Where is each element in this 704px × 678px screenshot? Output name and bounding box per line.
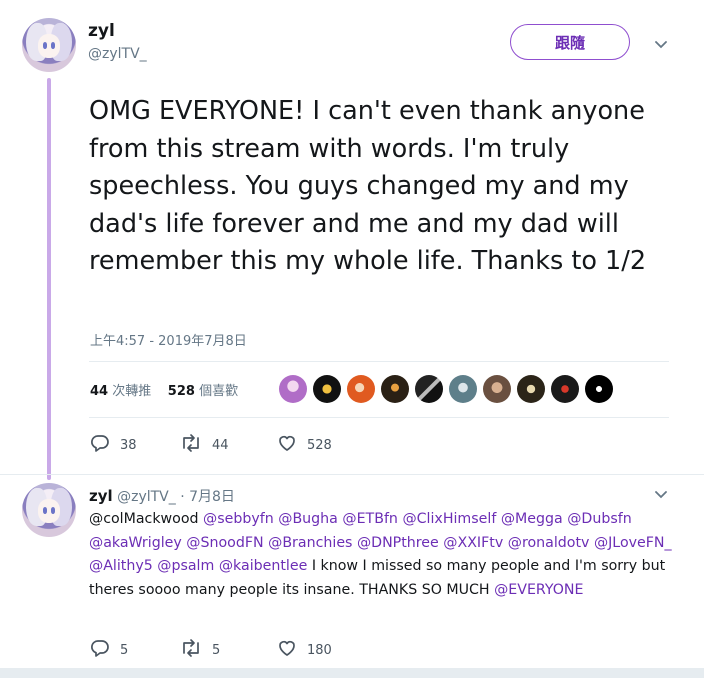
reply-mention[interactable]: @Megga [501, 511, 563, 527]
reply-author-handle[interactable]: @zylTV_ [117, 489, 176, 505]
reply-date[interactable]: · 7月8日 [180, 489, 235, 505]
tweet-timestamp[interactable]: 上午4:57 - 2019年7月8日 [90, 330, 247, 349]
reply-mention[interactable]: @SnoodFN [186, 535, 263, 551]
reply-action[interactable]: 5 [90, 638, 128, 662]
liker-avatar[interactable] [347, 375, 375, 403]
engagement-stats: 44 次轉推 528 個喜歡 [90, 380, 238, 399]
reply-mention-last[interactable]: @EVERYONE [494, 582, 583, 598]
reply-mention[interactable]: @DNPthree [357, 535, 439, 551]
reply-author-avatar[interactable] [22, 483, 76, 537]
reply-mention[interactable]: @ronaldotv [508, 535, 590, 551]
chevron-down-icon[interactable] [655, 491, 667, 503]
retweet-label[interactable]: 次轉推 [112, 384, 151, 399]
retweet-action[interactable]: 5 [180, 638, 220, 662]
like-action[interactable]: 528 [277, 433, 332, 457]
like-action-count: 180 [307, 642, 332, 658]
liker-avatar[interactable] [517, 375, 545, 403]
follow-button[interactable]: 跟隨 [510, 24, 630, 60]
reply-count: 5 [120, 642, 129, 658]
retweet-action-count: 44 [212, 437, 229, 453]
reply-mention-first[interactable]: @colMackwood [89, 511, 199, 527]
divider [89, 361, 669, 362]
divider [0, 474, 704, 475]
retweet-icon [180, 638, 212, 662]
like-count[interactable]: 528 [168, 384, 195, 399]
heart-icon [277, 433, 307, 457]
reply-mention[interactable]: @Dubsfn [567, 511, 632, 527]
like-label[interactable]: 個喜歡 [199, 384, 238, 399]
liker-avatar[interactable] [381, 375, 409, 403]
reply-icon [90, 638, 120, 662]
reply-mention[interactable]: @Branchies [268, 535, 352, 551]
reply-mention[interactable]: @Alithy5 [89, 558, 153, 574]
retweet-count[interactable]: 44 [90, 384, 108, 399]
retweet-action-count: 5 [212, 642, 221, 658]
liker-avatar[interactable] [415, 375, 443, 403]
author-avatar[interactable] [22, 18, 76, 72]
reply-count: 38 [120, 437, 137, 453]
reply-mention[interactable]: @sebbyfn [203, 511, 274, 527]
liker-avatar[interactable] [449, 375, 477, 403]
reply-mention[interactable]: @JLoveFN_ [594, 535, 672, 551]
thread-connector-line [47, 78, 51, 480]
divider [89, 417, 669, 418]
tweet-text: OMG EVERYONE! I can't even thank anyone … [89, 96, 647, 277]
reply-author-name[interactable]: zyl [89, 487, 113, 505]
reply-header: zyl @zylTV_ · 7月8日 [89, 486, 235, 506]
liker-avatar[interactable] [551, 375, 579, 403]
reply-mention[interactable]: @kaibentlee [219, 558, 307, 574]
like-action-count: 528 [307, 437, 332, 453]
reply-action[interactable]: 38 [90, 433, 137, 457]
heart-icon [277, 638, 307, 662]
reply-mention[interactable]: @Bugha [278, 511, 338, 527]
reply-mention[interactable]: @XXIFtv [443, 535, 503, 551]
reply-mention[interactable]: @ETBfn [342, 511, 398, 527]
retweet-action[interactable]: 44 [180, 433, 229, 457]
reply-mention[interactable]: @akaWrigley [89, 535, 182, 551]
author-name[interactable]: zyl [88, 21, 115, 41]
liker-avatar[interactable] [279, 375, 307, 403]
author-handle[interactable]: @zylTV_ [88, 46, 147, 62]
reply-text: @colMackwood @sebbyfn @Bugha @ETBfn @Cli… [89, 508, 679, 602]
chevron-down-icon[interactable] [655, 41, 667, 53]
reply-icon [90, 433, 120, 457]
reply-mention[interactable]: @psalm [157, 558, 214, 574]
timeline-separator [0, 668, 704, 678]
liker-avatar[interactable] [483, 375, 511, 403]
like-action[interactable]: 180 [277, 638, 332, 662]
reply-mention[interactable]: @ClixHimself [402, 511, 496, 527]
liker-avatar[interactable] [313, 375, 341, 403]
retweet-icon [180, 433, 212, 457]
liker-avatar[interactable] [585, 375, 613, 403]
